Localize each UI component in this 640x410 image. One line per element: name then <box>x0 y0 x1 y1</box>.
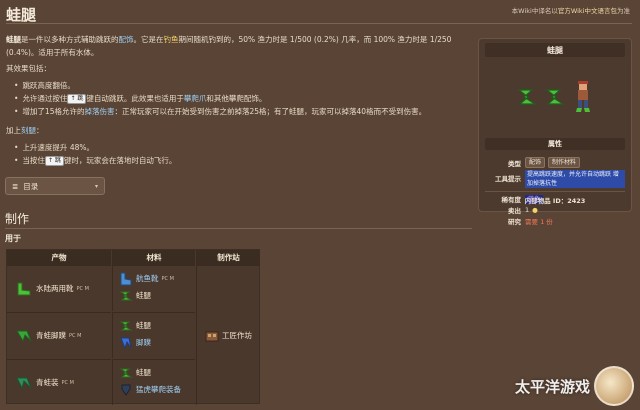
tooltip-text: 提高跳跃速度，并允许自动跳跃 增加掉落抗性 <box>525 170 625 188</box>
section-divider <box>5 228 472 229</box>
section-heading-crafting: 制作 <box>5 212 30 226</box>
list-item: 上升速度提升 48%。 <box>14 141 474 154</box>
table-row: 青蛙装 PC M <box>7 359 111 405</box>
plus-list: 上升速度提升 48%。 当按住↑ 跳键时，玩家会在落地时自动飞行。 <box>14 141 474 167</box>
toc-toggle[interactable]: ≣ 目录 ▾ <box>5 177 105 195</box>
frog-leg-icon <box>517 89 538 105</box>
link-fall-damage[interactable]: 掉落伤害 <box>84 107 114 116</box>
flipper-icon <box>120 337 132 349</box>
item-infobox: 蛙腿 属性 类型 配饰 制作材料 工具提示 提高跳跃速度，并允许自动跳跃 增加掉… <box>478 38 632 226</box>
effects-label: 其效果包括： <box>6 64 51 73</box>
jump-key: ↑ 跳 <box>67 94 87 104</box>
material-name[interactable]: 航鱼靴 <box>136 273 159 284</box>
sell-value: 1 <box>525 206 530 214</box>
subheading-used-in: 用于 <box>5 234 21 243</box>
infobox-row-type: 类型 配饰 制作材料 <box>485 157 625 168</box>
watermark-logo <box>594 366 634 406</box>
effects-list: 跳跃高度翻倍。 允许通过按住↑ 跳键自动跳跃。此效果也适用于攀爬爪和其他攀爬配饰… <box>14 79 474 118</box>
frog-leg-icon <box>119 291 133 300</box>
boots-icon <box>17 282 31 295</box>
frog-leg-icon <box>119 368 133 377</box>
infobox-title: 蛙腿 <box>485 43 625 57</box>
plus-label: 加上刻腿： <box>6 126 44 135</box>
platform-tags: PC M <box>161 275 174 282</box>
workshop-icon <box>205 331 219 341</box>
materials-cell: 航鱼靴 PC M 蛙腿 <box>112 265 195 311</box>
materials-cell: 蛙腿 猛虎攀爬装备 <box>112 359 195 405</box>
product-name[interactable]: 青蛙脚蹼 <box>36 330 66 341</box>
station-cell: 工匠作坊 <box>196 265 260 405</box>
material-name[interactable]: 蛙腿 <box>136 290 151 301</box>
climbing-gear-icon <box>121 384 131 396</box>
type-tag[interactable]: 配饰 <box>525 157 546 168</box>
infobox-row-research: 研究 需要 1 份 <box>485 216 625 226</box>
jump-key: ↑ 跳 <box>44 156 64 166</box>
platform-tags: PC M <box>69 332 82 339</box>
research-label: 研究 <box>508 218 521 226</box>
materials-cell: 蛙腿 脚蹼 <box>112 312 195 358</box>
official-wiki-link[interactable]: 官方Wiki中文语言包 <box>558 7 617 15</box>
station-name[interactable]: 工匠作坊 <box>222 330 252 341</box>
list-item: 当按住↑ 跳键时，玩家会在落地时自动飞行。 <box>14 154 474 167</box>
infobox-attributes-header: 属性 <box>485 138 625 150</box>
intro-paragraph: 蛙腿是一件以多种方式辅助跳跃的配饰。它是在钓鱼期间随机钓到的，50% 渔力时是 … <box>6 35 452 57</box>
watermark-text: 太平洋游戏 <box>514 377 590 396</box>
chevron-down-icon: ▾ <box>94 182 98 190</box>
crafting-table: 产物 材料 制作站 水陆两用靴 PC M 航鱼靴 PC M 蛙腿 青蛙脚蹼 PC… <box>6 249 260 405</box>
top-note: 本Wiki中译名以官方Wiki中文语言包为准 <box>511 7 630 15</box>
link-accessory[interactable]: 配饰 <box>119 35 134 44</box>
internal-id: 内部物品 ID：2423 <box>485 191 625 205</box>
list-item: 增加了15格允许的掉落伤害：正常玩家可以在开始受到伤害之前掉落25格；有了蛙腿，… <box>14 105 474 118</box>
item-images <box>479 65 631 129</box>
product-name[interactable]: 水陆两用靴 <box>36 283 74 294</box>
material-name[interactable]: 猛虎攀爬装备 <box>136 384 181 395</box>
boots-icon <box>120 272 132 285</box>
frog-gear-icon <box>16 377 32 389</box>
header-product: 产物 <box>7 250 111 265</box>
frog-leg-icon <box>119 321 133 330</box>
title-divider <box>6 23 632 24</box>
list-icon: ≣ <box>12 181 19 191</box>
frog-leg-icon <box>545 89 566 105</box>
page-title: 蛙腿 <box>6 6 37 24</box>
list-item: 跳跃高度翻倍。 <box>14 79 474 92</box>
material-name[interactable]: 蛙腿 <box>136 320 151 331</box>
material-name[interactable]: 蛙腿 <box>136 367 151 378</box>
table-row: 水陆两用靴 PC M <box>7 265 111 311</box>
watermark: 太平洋游戏 <box>515 366 634 406</box>
platform-tags: PC M <box>61 379 74 386</box>
header-materials: 材料 <box>112 250 195 265</box>
table-row: 青蛙脚蹼 PC M <box>7 312 111 358</box>
toc-label: 目录 <box>23 181 39 191</box>
player-character-icon <box>576 81 590 112</box>
research-value: 需要 1 份 <box>525 218 553 226</box>
product-name[interactable]: 青蛙装 <box>36 377 59 388</box>
platform-tags: PC M <box>76 285 89 292</box>
link-plus-item[interactable]: 刻腿 <box>21 126 36 135</box>
flipper-icon <box>16 330 32 342</box>
link-climbing-claws[interactable]: 攀爬爪 <box>184 94 207 103</box>
type-tag[interactable]: 制作材料 <box>548 157 581 168</box>
gold-coin-icon: ● <box>532 206 538 214</box>
infobox-row-tooltip: 工具提示 提高跳跃速度，并允许自动跳跃 增加掉落抗性 <box>485 170 625 188</box>
infobox-row-sell: 卖出 1 ● <box>508 206 538 215</box>
link-fishing[interactable]: 钓鱼 <box>164 35 179 44</box>
list-item: 允许通过按住↑ 跳键自动跳跃。此效果也适用于攀爬爪和其他攀爬配饰。 <box>14 92 474 105</box>
header-station: 制作站 <box>196 250 260 265</box>
material-name[interactable]: 脚蹼 <box>136 337 151 348</box>
